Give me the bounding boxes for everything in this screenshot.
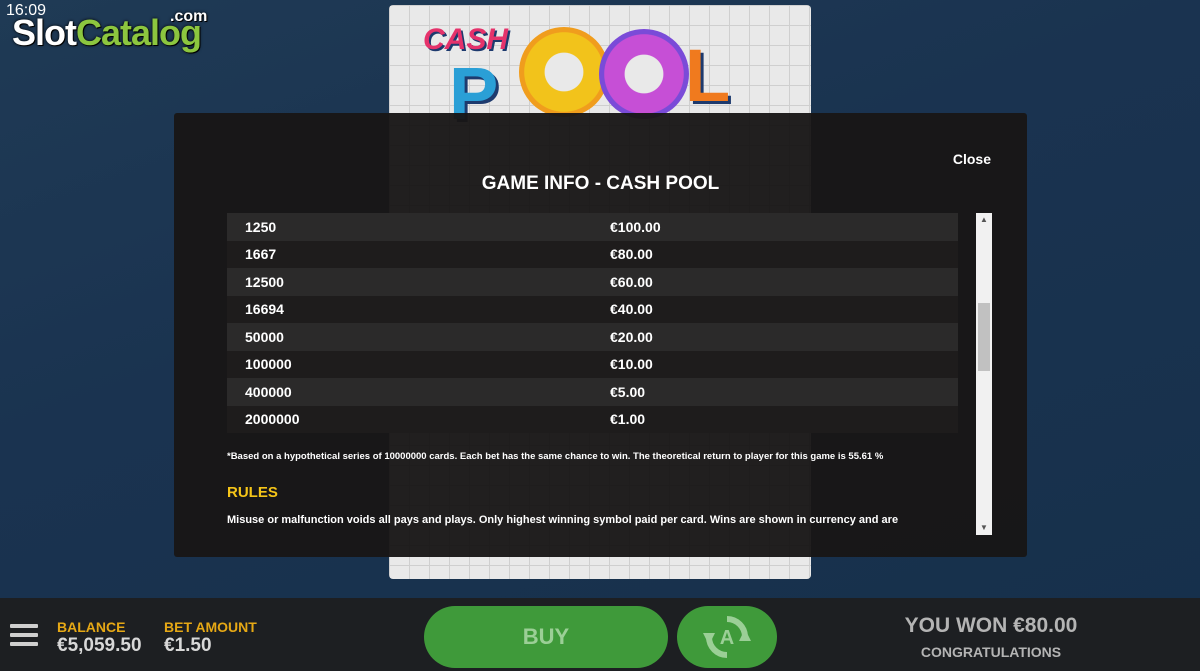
close-button[interactable]: Close — [953, 151, 991, 167]
svg-text:A: A — [720, 627, 734, 649]
pay-prize: €40.00 — [610, 301, 653, 318]
logo-slot: Slot — [12, 12, 77, 53]
pay-row: 1667 €80.00 — [227, 240, 958, 268]
game-info-modal: Close GAME INFO - CASH POOL 1250 €100.00… — [174, 113, 1027, 557]
bet-amount-value[interactable]: €1.50 — [164, 635, 212, 657]
autoplay-button[interactable]: A — [677, 606, 777, 668]
logo-com: .com — [170, 8, 208, 25]
pay-prize: €20.00 — [610, 328, 653, 345]
balance-value: €5,059.50 — [57, 635, 142, 656]
pay-row: 12500 €60.00 — [227, 268, 958, 296]
pay-odds: 1250 — [245, 218, 277, 235]
modal-content: 1250 €100.00 1667 €80.00 12500 €60.00 16… — [227, 213, 985, 535]
pay-prize: €100.00 — [610, 218, 661, 235]
balance-label: BALANCE — [57, 619, 126, 635]
pay-odds: 12500 — [245, 273, 284, 290]
pay-odds: 1667 — [245, 246, 277, 263]
rules-text: Misuse or malfunction voids all pays and… — [227, 514, 899, 526]
scroll-thumb[interactable] — [978, 303, 990, 371]
pay-prize: €10.00 — [610, 356, 653, 373]
pay-prize: €1.00 — [610, 411, 646, 428]
rtp-footnote: *Based on a hypothetical series of 10000… — [227, 451, 884, 462]
pay-prize: €80.00 — [610, 246, 653, 263]
pay-table: 1250 €100.00 1667 €80.00 12500 €60.00 16… — [227, 213, 958, 433]
congratulations-text: CONGRATULATIONS — [920, 644, 1062, 660]
pay-odds: 50000 — [245, 328, 284, 345]
pay-row: 1250 €100.00 — [227, 213, 958, 241]
pay-prize: €60.00 — [610, 273, 653, 290]
pay-odds: 400000 — [245, 383, 292, 400]
win-amount-text: YOU WON €80.00 — [904, 614, 1078, 637]
pool-ring-yellow — [519, 27, 609, 117]
pay-row: 400000 €5.00 — [227, 378, 958, 406]
pay-odds: 100000 — [245, 356, 292, 373]
scroll-up-arrow-icon[interactable]: ▲ — [976, 213, 992, 227]
pool-ring-purple — [599, 29, 689, 119]
bet-amount-label: BET AMOUNT — [164, 619, 257, 635]
scrollbar[interactable]: ▲ ▼ — [976, 213, 992, 535]
pay-row: 16694 €40.00 — [227, 295, 958, 323]
rules-heading: RULES — [227, 484, 278, 501]
buy-button[interactable]: BUY — [424, 606, 668, 668]
scroll-down-arrow-icon[interactable]: ▼ — [976, 521, 992, 535]
modal-title: GAME INFO - CASH POOL — [481, 173, 720, 194]
game-title-pool-l: L — [685, 34, 731, 117]
pay-row: 100000 €10.00 — [227, 350, 958, 378]
menu-hamburger-icon[interactable] — [10, 624, 38, 646]
bottom-bar: BALANCE €5,059.50 BET AMOUNT €1.50 BUY A… — [0, 598, 1200, 671]
pay-prize: €5.00 — [610, 383, 646, 400]
pay-row: 50000 €20.00 — [227, 323, 958, 351]
pay-odds: 2000000 — [245, 411, 300, 428]
pay-odds: 16694 — [245, 301, 284, 318]
autoplay-icon: A — [703, 616, 751, 658]
site-logo: SlotCatalog .com — [12, 8, 207, 54]
pay-row: 2000000 €1.00 — [227, 405, 958, 433]
